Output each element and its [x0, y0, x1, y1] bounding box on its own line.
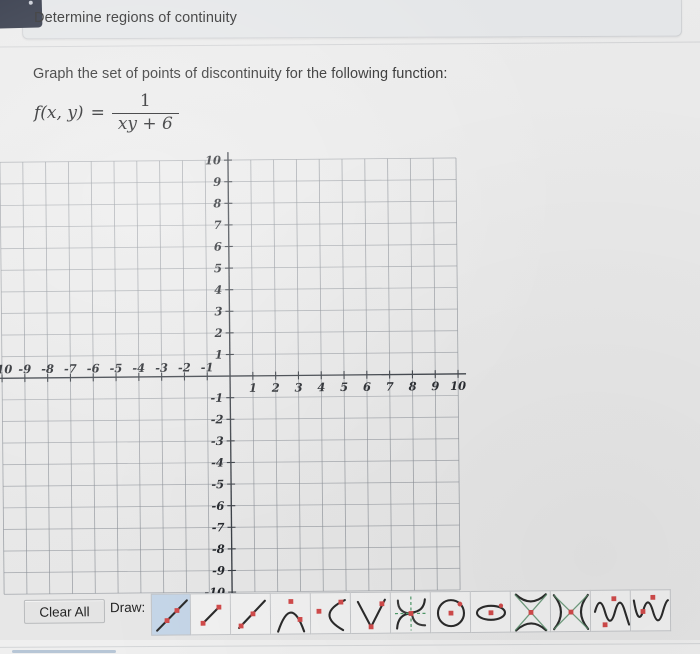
circle-tool[interactable]: [430, 590, 472, 634]
y-axis-tick-label: -6: [211, 499, 224, 513]
y-axis-tick-label: 1: [215, 348, 223, 362]
y-axis-tick-label: 3: [214, 304, 222, 318]
y-axis-tick-label: -7: [212, 520, 225, 534]
segment-two-points-icon: [200, 604, 222, 626]
y-axis-tick-label: 9: [213, 175, 221, 189]
y-axis-tick-label: 7: [214, 218, 222, 232]
x-axis-tick-label: -4: [132, 361, 145, 375]
draw-label: Draw:: [109, 599, 146, 616]
x-axis-tick-label: 5: [340, 380, 348, 394]
y-axis-tick-label: 8: [213, 196, 221, 210]
x-axis-tick-label: -2: [178, 360, 191, 374]
x-axis-tick-label: 3: [294, 380, 302, 394]
rational-hyperbola-tool[interactable]: [390, 591, 432, 634]
y-axis-tick-label: -9: [212, 564, 225, 578]
problem-prompt: Graph the set of points of discontinuity…: [33, 66, 448, 82]
y-axis-tick-label: 6: [214, 240, 222, 254]
x-axis-tick-label: -10: [0, 362, 12, 376]
x-axis-tick-label: 10: [450, 379, 466, 393]
line-two-points-icon: [156, 599, 188, 632]
x-axis-tick-label: -7: [64, 362, 77, 376]
clear-all-button[interactable]: Clear All: [23, 599, 106, 624]
x-axis-tick-label: 1: [249, 381, 257, 395]
y-axis-tick-label: -2: [211, 412, 224, 426]
parabola-vertical-tool[interactable]: [270, 592, 312, 635]
sine-wave-icon: [593, 596, 631, 628]
tab-separator: [0, 41, 700, 48]
fraction-denominator: xy + 6: [117, 113, 173, 134]
ellipse-tool[interactable]: [470, 590, 512, 633]
parabola-opens-left-icon: [316, 598, 346, 632]
x-axis-tick-label: -3: [155, 361, 168, 375]
x-axis-tick-label: -6: [87, 361, 100, 375]
function-expression: f(x, y) = 1 xy + 6: [34, 91, 179, 134]
function-lhs: f(x, y): [34, 103, 84, 124]
y-axis-tick-label: 4: [214, 283, 222, 297]
sine-tool[interactable]: [590, 589, 632, 632]
fraction-numerator: 1: [139, 91, 151, 111]
absolute-value-tool[interactable]: [350, 591, 392, 634]
circle-center-radius-icon: [436, 599, 466, 628]
v-shape-icon: [356, 598, 386, 630]
page-title: Determine regions of continuity: [34, 10, 237, 26]
ellipse-center-radius-icon: [475, 603, 507, 621]
y-axis-tick-label: 10: [205, 153, 221, 167]
x-axis-tick-label: -5: [110, 361, 123, 375]
y-axis-tick-label: -5: [211, 477, 224, 491]
y-axis-tick-label: 2: [214, 326, 223, 340]
x-axis-tick-label: -1: [201, 360, 214, 374]
fraction: 1 xy + 6: [111, 91, 179, 134]
ray-two-points-icon: [238, 599, 266, 630]
x-axis-tick-label: 9: [431, 379, 439, 393]
coordinate-graph[interactable]: -10 -9 -8 -7 -6 -5 -4 -3 -2 -1 1 2 3 4 5 6 7 8 9 10 10 9 8 7 6 5 4…: [0, 146, 482, 597]
x-axis-tick-label: -9: [18, 362, 31, 376]
line-tool[interactable]: [150, 593, 192, 636]
hyperbola-opens-up-down-icon: [514, 593, 548, 632]
y-axis-tick-label: -8: [212, 542, 225, 556]
hyperbola-with-asymptotes-icon: [394, 596, 427, 631]
drawing-toolbar: Clear All Draw:: [0, 589, 700, 643]
x-axis-tick-label: 2: [271, 381, 280, 395]
hyperbola-horizontal-tool[interactable]: [550, 589, 592, 633]
cosine-tool[interactable]: [630, 589, 672, 632]
x-axis-tick-label: 4: [317, 380, 325, 394]
parabola-horizontal-tool[interactable]: [310, 591, 352, 635]
x-axis-tick-label: 8: [408, 379, 416, 393]
y-axis-tick-label: -1: [210, 391, 223, 405]
screenshot-root: Determine regions of continuity Graph th…: [0, 0, 700, 654]
corner-dot-icon: [28, 0, 33, 5]
x-axis-tick-label: -8: [41, 362, 54, 376]
y-axis-tick-label: -3: [211, 434, 224, 448]
x-axis-tick-label: 6: [363, 380, 371, 394]
bottom-accent-bar: [12, 650, 116, 653]
ray-tool[interactable]: [230, 592, 272, 636]
y-axis-tick-label: 5: [214, 261, 222, 275]
y-axis-tick-label: -4: [211, 456, 224, 470]
hyperbola-vertical-tool[interactable]: [510, 590, 552, 633]
tool-strip: [150, 589, 672, 636]
hyperbola-opens-left-right-icon: [552, 593, 590, 631]
x-axis-tick-label: 7: [386, 380, 394, 394]
segment-tool[interactable]: [190, 593, 232, 636]
graph-canvas[interactable]: -10 -9 -8 -7 -6 -5 -4 -3 -2 -11 2 3 4 5 6 7 8 9 1010987654…: [0, 146, 482, 597]
parabola-opens-down-icon: [277, 599, 306, 633]
cosine-wave-icon: [632, 594, 669, 622]
equals-sign: =: [90, 103, 105, 124]
